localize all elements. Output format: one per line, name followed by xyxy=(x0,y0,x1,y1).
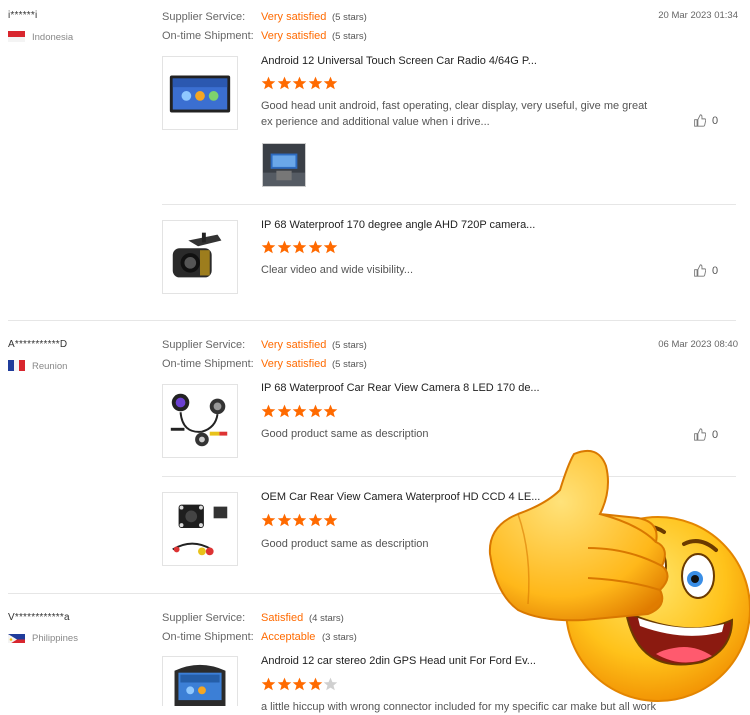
product-thumbnail-led-camera[interactable] xyxy=(162,384,238,458)
thumbs-up-emoji-icon xyxy=(488,444,750,706)
supplier-service-value: Very satisfied xyxy=(261,339,327,351)
star-icon xyxy=(277,76,292,90)
supplier-service-stars: (4 stars) xyxy=(309,613,344,624)
star-icon xyxy=(277,513,292,527)
review-date: 20 Mar 2023 01:34 xyxy=(658,10,738,21)
helpful-button[interactable]: 0 xyxy=(693,428,718,442)
item-rating-stars xyxy=(261,404,339,418)
item-rating-stars xyxy=(261,513,339,527)
supplier-service-value: Very satisfied xyxy=(261,11,327,23)
shipment-stars: (3 stars) xyxy=(322,632,357,643)
thumbs-up-icon xyxy=(694,428,707,441)
buyer-name: V************a xyxy=(8,612,70,623)
shipment-value: Very satisfied xyxy=(261,30,327,42)
shipment-label: On-time Shipment: xyxy=(162,30,254,42)
review-text: Good head unit android, fast operating, … xyxy=(261,100,648,128)
star-icon xyxy=(292,513,307,527)
star-icon xyxy=(261,677,276,691)
buyer-country: Philippines xyxy=(32,633,78,644)
flag-philippines-icon xyxy=(8,632,25,643)
star-icon xyxy=(323,404,338,418)
supplier-service-stars: (5 stars) xyxy=(332,12,367,23)
helpful-button[interactable]: 0 xyxy=(693,264,718,278)
shipment-label: On-time Shipment: xyxy=(162,358,254,370)
star-icon xyxy=(292,76,307,90)
shipment-stars: (5 stars) xyxy=(332,359,367,370)
review-text: Good product same as description xyxy=(261,428,429,440)
star-icon xyxy=(308,677,323,691)
thumbs-up-icon xyxy=(694,264,707,277)
star-icon xyxy=(308,240,323,254)
buyer-country: Indonesia xyxy=(32,32,74,43)
item-divider xyxy=(162,204,736,205)
star-icon xyxy=(292,677,307,691)
star-icon xyxy=(277,677,292,691)
product-thumbnail-ccd-camera[interactable] xyxy=(162,492,238,566)
item-rating-stars xyxy=(261,677,339,691)
supplier-service-label: Supplier Service: xyxy=(162,339,246,351)
buyer-name: A***********D xyxy=(8,339,68,350)
product-title-link[interactable]: IP 68 Waterproof 170 degree angle AHD 72… xyxy=(261,219,535,231)
helpful-count: 0 xyxy=(712,114,719,127)
star-icon xyxy=(323,240,338,254)
supplier-service-value: Satisfied xyxy=(261,612,304,624)
thumbs-up-icon xyxy=(694,114,707,127)
star-icon xyxy=(323,513,338,527)
star-icon xyxy=(292,404,307,418)
helpful-count: 0 xyxy=(712,428,719,441)
product-thumbnail-ford-stereo[interactable] xyxy=(162,656,238,706)
star-icon xyxy=(277,240,292,254)
supplier-service-label: Supplier Service: xyxy=(162,612,246,624)
star-icon xyxy=(308,404,323,418)
helpful-count: 0 xyxy=(712,264,719,277)
flag-indonesia-icon xyxy=(8,31,25,42)
review-text: Clear video and wide visibility... xyxy=(261,264,414,276)
review-date: 06 Mar 2023 08:40 xyxy=(658,339,738,350)
flag-reunion-icon xyxy=(8,360,25,371)
star-icon xyxy=(323,677,338,691)
star-icon xyxy=(292,240,307,254)
shipment-value: Very satisfied xyxy=(261,358,327,370)
review-photo-thumbnail[interactable] xyxy=(262,143,306,187)
buyer-name: i******i xyxy=(8,10,38,21)
buyer-country: Reunion xyxy=(32,361,68,372)
product-title-link[interactable]: IP 68 Waterproof Car Rear View Camera 8 … xyxy=(261,382,540,394)
item-rating-stars xyxy=(261,240,339,254)
product-thumbnail-car-radio[interactable] xyxy=(162,56,238,130)
product-thumbnail-camera[interactable] xyxy=(162,220,238,294)
star-icon xyxy=(308,76,323,90)
star-icon xyxy=(277,404,292,418)
supplier-service-label: Supplier Service: xyxy=(162,11,246,23)
shipment-value: Acceptable xyxy=(261,631,316,643)
star-icon xyxy=(261,513,276,527)
shipment-label: On-time Shipment: xyxy=(162,631,254,643)
helpful-button[interactable]: 0 xyxy=(693,114,718,128)
review-divider xyxy=(8,320,736,321)
star-icon xyxy=(261,404,276,418)
star-icon xyxy=(323,76,338,90)
shipment-stars: (5 stars) xyxy=(332,31,367,42)
star-icon xyxy=(308,513,323,527)
star-icon xyxy=(261,240,276,254)
supplier-service-stars: (5 stars) xyxy=(332,340,367,351)
item-rating-stars xyxy=(261,76,339,90)
product-title-link[interactable]: Android 12 Universal Touch Screen Car Ra… xyxy=(261,55,537,67)
star-icon xyxy=(261,76,276,90)
